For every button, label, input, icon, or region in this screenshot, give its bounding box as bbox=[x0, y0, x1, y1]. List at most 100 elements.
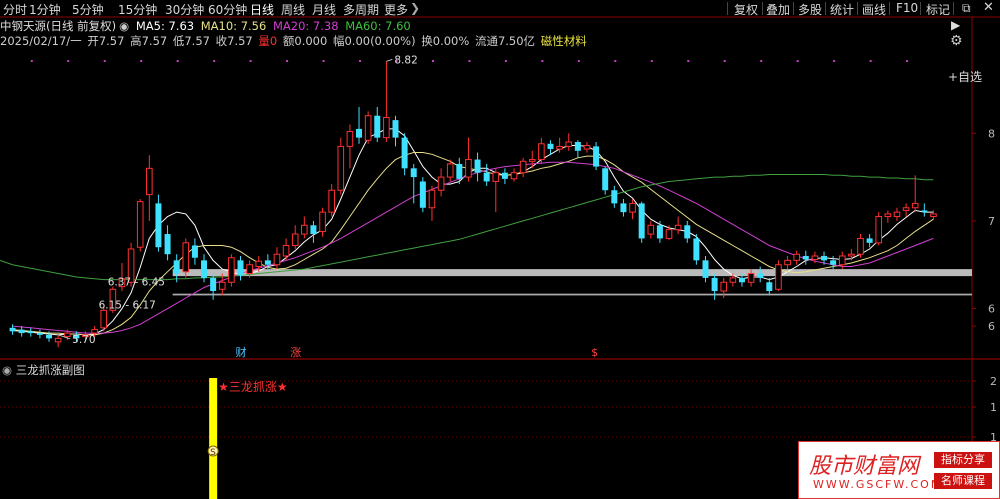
indicator-y-tick-label: 2 bbox=[990, 375, 997, 388]
candle-body bbox=[665, 229, 673, 239]
candle-body bbox=[802, 255, 809, 260]
candle-body bbox=[720, 281, 728, 292]
candle-body bbox=[602, 168, 609, 191]
top-marker-dot bbox=[249, 60, 252, 62]
candle-body bbox=[848, 253, 855, 257]
top-marker-dot bbox=[869, 60, 872, 62]
top-marker-dot bbox=[614, 60, 617, 62]
watermark-url: WWW.GSCFW.COM bbox=[813, 478, 943, 491]
candle-body bbox=[201, 260, 208, 278]
candle-body bbox=[392, 120, 399, 138]
candle-body bbox=[775, 264, 782, 290]
watermark-tag-courses[interactable]: 名师课程 bbox=[934, 473, 992, 489]
candle-body bbox=[583, 145, 591, 150]
ohlc-concept[interactable]: 磁性材料 bbox=[541, 34, 587, 48]
candle-body bbox=[574, 142, 581, 151]
candle-body bbox=[46, 334, 53, 339]
top-marker-dot bbox=[687, 60, 690, 62]
indicator-title[interactable]: ◉ 三龙抓涨副图 bbox=[2, 362, 85, 378]
ohlc-close: 收7.57 bbox=[215, 34, 253, 48]
candle-body bbox=[301, 224, 308, 235]
candle-body bbox=[684, 225, 691, 239]
candle-body bbox=[337, 145, 345, 191]
candle-body bbox=[647, 224, 655, 235]
top-marker-dot bbox=[723, 60, 726, 62]
candle-body bbox=[63, 332, 71, 338]
annotation-label: 5.70 bbox=[72, 334, 95, 346]
candle-body bbox=[9, 327, 16, 332]
add-watchlist-button[interactable]: +自选 bbox=[948, 68, 982, 85]
signal-label: ★三龙抓涨★ bbox=[218, 379, 288, 394]
candle-body bbox=[593, 146, 600, 167]
ohlc-open: 开7.57 bbox=[87, 34, 125, 48]
y-tick-label: 8 bbox=[988, 127, 995, 140]
top-marker-dot bbox=[67, 60, 70, 62]
top-marker-dot bbox=[213, 60, 216, 62]
candle-body bbox=[182, 242, 190, 273]
candle-body bbox=[702, 260, 709, 278]
ma20-label: MA20: 7.38 bbox=[272, 19, 339, 33]
candle-body bbox=[483, 172, 490, 182]
candle-body bbox=[492, 172, 500, 182]
indicator-toggle-icon[interactable]: ◉ bbox=[2, 363, 12, 377]
annotation-label: 6.37 - 6.45 bbox=[108, 277, 165, 289]
candle-body bbox=[146, 167, 153, 196]
top-marker-dot bbox=[322, 60, 325, 62]
candle-body bbox=[830, 260, 837, 265]
top-marker-dot bbox=[577, 60, 580, 62]
ohlc-low: 低7.57 bbox=[172, 34, 210, 48]
candle-body bbox=[273, 253, 281, 266]
candle-body bbox=[784, 259, 791, 266]
candle-body bbox=[857, 237, 864, 255]
candle-body bbox=[866, 238, 873, 243]
candle-body bbox=[356, 128, 363, 138]
candle-body bbox=[410, 168, 417, 178]
candle-body bbox=[556, 145, 563, 150]
candle-body bbox=[437, 176, 445, 191]
ohlc-float-cap: 流通7.50亿 bbox=[474, 34, 536, 48]
signal-marker-text: S bbox=[210, 448, 216, 458]
ohlc-high: 高7.57 bbox=[130, 34, 168, 48]
candle-body bbox=[218, 281, 226, 290]
candle-body bbox=[519, 160, 527, 174]
watermark-tag-indicators[interactable]: 指标分享 bbox=[934, 452, 992, 468]
candle-body bbox=[428, 189, 436, 209]
ohlc-amount: 额0.000 bbox=[282, 34, 328, 48]
candle-body bbox=[528, 159, 536, 162]
candle-body bbox=[237, 260, 244, 276]
candle-body bbox=[738, 277, 745, 283]
candle-body bbox=[510, 172, 518, 180]
candle-body bbox=[766, 282, 773, 292]
indicator-y-tick-label: 1 bbox=[990, 401, 997, 414]
candle-body bbox=[547, 143, 554, 150]
ohlc-turnover: 换0.00% bbox=[421, 34, 470, 48]
ma5-label: MA5: 7.63 bbox=[135, 19, 195, 33]
candle-body bbox=[136, 201, 144, 248]
annotation-label: 8.82 bbox=[394, 54, 417, 66]
candle-body bbox=[446, 163, 454, 178]
candle-body bbox=[565, 141, 573, 147]
candle-body bbox=[36, 333, 43, 335]
candle-body bbox=[501, 172, 508, 179]
ohlc-amplitude: 幅0.00(0.00%) bbox=[332, 34, 416, 48]
ohlc-date: 2025/02/17/一 bbox=[0, 34, 82, 48]
candle-body bbox=[228, 257, 235, 283]
ma60-label: MA60: 7.60 bbox=[345, 19, 411, 33]
legend-toggle-icon[interactable]: ◉ bbox=[119, 19, 129, 33]
side-arrow-icon[interactable]: ▶ bbox=[951, 18, 960, 32]
y-tick-label: 7 bbox=[988, 215, 995, 228]
candle-body bbox=[465, 159, 472, 178]
settings-icon[interactable]: ⚙ bbox=[950, 33, 963, 49]
candle-body bbox=[374, 115, 381, 138]
candle-body bbox=[656, 225, 663, 239]
candle-body bbox=[811, 255, 819, 260]
candle-body bbox=[893, 211, 901, 218]
top-marker-dot bbox=[103, 60, 106, 62]
candle-body bbox=[620, 203, 627, 213]
candle-body bbox=[364, 115, 372, 141]
top-marker-dot bbox=[286, 60, 289, 62]
y-tick-label: 6 bbox=[988, 320, 995, 333]
y-tick-label: 6 bbox=[988, 303, 995, 316]
kline-chart: 876621108.825.706.37 - 6.456.15 - 6.17财涨… bbox=[0, 16, 1000, 499]
watermark-brand: 股市财富网 bbox=[809, 454, 920, 479]
